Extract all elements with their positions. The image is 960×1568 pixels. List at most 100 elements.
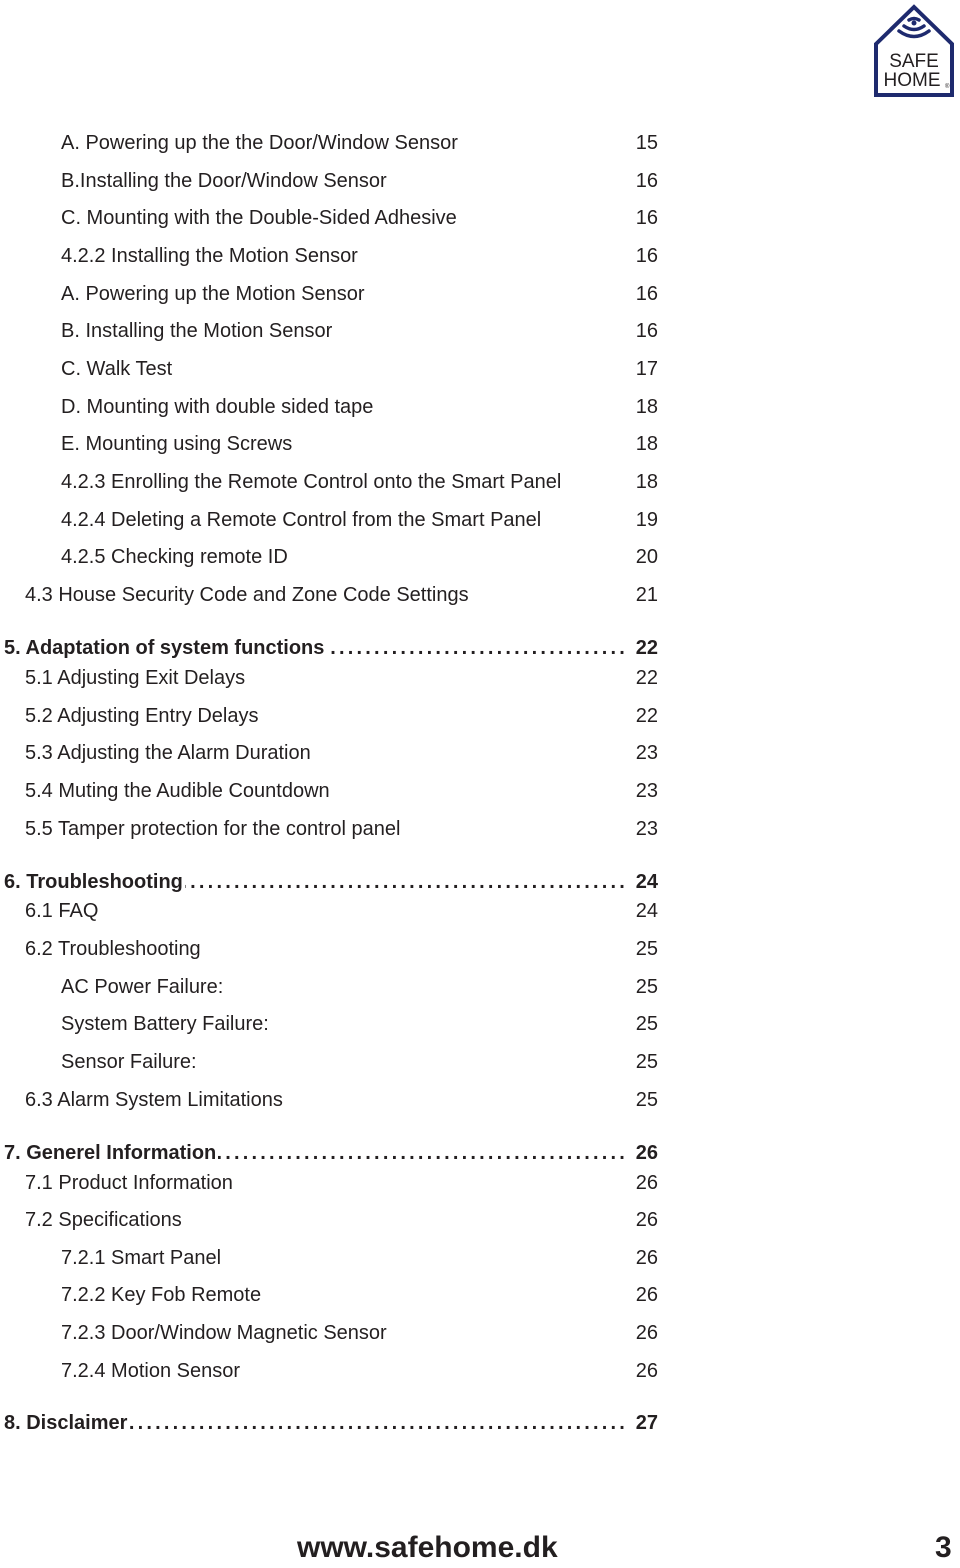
toc-page-number: 18: [635, 396, 658, 418]
toc-entry[interactable]: A. Powering up the Motion Sensor 16: [0, 281, 658, 307]
toc-page-number: 21: [635, 584, 658, 606]
toc-entry[interactable]: C. Mounting with the Double-Sided Adhesi…: [0, 205, 658, 231]
toc-entry[interactable]: B.Installing the Door/Window Sensor 16: [0, 168, 658, 194]
toc-page-number: 18: [635, 433, 658, 455]
toc-entry[interactable]: 4.2.2 Installing the Motion Sensor 16: [0, 243, 658, 269]
toc-entry-label: 6.1 FAQ: [25, 900, 99, 922]
toc-entry[interactable]: Sensor Failure: 25: [0, 1049, 658, 1075]
toc-entry[interactable]: 5.3 Adjusting the Alarm Duration 23: [0, 740, 658, 766]
toc-entry-label: 5.1 Adjusting Exit Delays: [25, 667, 246, 689]
toc-page-number: 26: [635, 1322, 658, 1344]
toc-page-number: 25: [635, 938, 658, 960]
toc-page-number: 16: [635, 207, 658, 229]
toc-entry[interactable]: 7.2 Specifications 26: [0, 1207, 658, 1233]
toc-page-number: 24: [635, 900, 658, 922]
toc-entry-label: A. Powering up the the Door/Window Senso…: [61, 132, 458, 154]
toc-page-number: 15: [635, 132, 658, 154]
toc-entry-label: 8. Disclaimer: [4, 1412, 128, 1434]
toc-page-number: 25: [635, 1089, 658, 1111]
toc-page-number: 23: [635, 780, 658, 802]
toc-page-number: 26: [635, 1247, 658, 1269]
toc-page-number: 25: [635, 1013, 658, 1035]
toc-page-number: 24: [635, 871, 658, 893]
toc-page-number: 26: [635, 1360, 658, 1382]
toc-entry[interactable]: 4.2.3 Enrolling the Remote Control onto …: [0, 469, 658, 495]
logo-text-safe: SAFE: [889, 51, 939, 72]
toc-entry-label: 6. Troubleshooting: [4, 871, 183, 893]
toc-entry-label: 5. Adaptation of system functions: [4, 637, 325, 659]
toc-page-number: 22: [635, 637, 658, 659]
toc-entry[interactable]: 5.4 Muting the Audible Countdown 23: [0, 778, 658, 804]
toc-entry-label: System Battery Failure:: [61, 1013, 269, 1035]
safe-home-logo: SAFE HOME ®: [874, 4, 954, 97]
toc-page-number: 23: [635, 818, 658, 840]
toc-entry[interactable]: 5.5 Tamper protection for the control pa…: [0, 816, 658, 842]
toc-entry-label: C. Mounting with the Double-Sided Adhesi…: [61, 207, 457, 229]
toc-chapter[interactable]: 6. Troubleshooting......................…: [0, 869, 658, 895]
registered-mark: ®: [945, 83, 950, 90]
toc-entry-label: 5.3 Adjusting the Alarm Duration: [25, 742, 311, 764]
toc-entry-label: Sensor Failure:: [61, 1051, 197, 1073]
toc-entry-label: 4.2.2 Installing the Motion Sensor: [61, 245, 358, 267]
toc-entry-label: 4.2.5 Checking remote ID: [61, 546, 288, 568]
toc-entry[interactable]: 7.2.3 Door/Window Magnetic Sensor 26: [0, 1320, 658, 1346]
toc-entry[interactable]: System Battery Failure: 25: [0, 1011, 658, 1037]
toc-entry-label: A. Powering up the Motion Sensor: [61, 283, 365, 305]
toc-entry-label: 5.2 Adjusting Entry Delays: [25, 705, 259, 727]
toc-page-number: 23: [635, 742, 658, 764]
toc-page-number: 19: [635, 509, 658, 531]
toc-entry[interactable]: B. Installing the Motion Sensor 16: [0, 318, 658, 344]
toc-chapter[interactable]: 8. Disclaimer...........................…: [0, 1410, 658, 1436]
footer-website-url[interactable]: www.safehome.dk: [297, 1528, 558, 1568]
toc-entry-label: 4.2.4 Deleting a Remote Control from the…: [61, 509, 542, 531]
toc-entry-label: 4.2.3 Enrolling the Remote Control onto …: [61, 471, 562, 493]
toc-entry[interactable]: 5.2 Adjusting Entry Delays 22: [0, 703, 658, 729]
toc-entry-label: 6.3 Alarm System Limitations: [25, 1089, 283, 1111]
toc-entry[interactable]: 7.2.2 Key Fob Remote 26: [0, 1282, 658, 1308]
toc-entry[interactable]: 4.2.4 Deleting a Remote Control from the…: [0, 507, 658, 533]
toc-entry[interactable]: 7.2.1 Smart Panel 26: [0, 1245, 658, 1271]
toc-entry-label: 7.2.3 Door/Window Magnetic Sensor: [61, 1322, 387, 1344]
toc-entry[interactable]: 7.2.4 Motion Sensor 26: [0, 1358, 658, 1384]
toc-entry-label: 7.1 Product Information: [25, 1172, 233, 1194]
toc-page-number: 25: [635, 976, 658, 998]
toc-page-number: 26: [635, 1142, 658, 1164]
toc-chapter[interactable]: 7. Generel Information..................…: [0, 1140, 658, 1166]
toc-entry[interactable]: C. Walk Test 17: [0, 356, 658, 382]
toc-entry-label: 5.5 Tamper protection for the control pa…: [25, 818, 401, 840]
toc-entry-label: E. Mounting using Screws: [61, 433, 293, 455]
toc-entry-label: 7. Generel Information: [4, 1142, 217, 1164]
toc-entry-label: D. Mounting with double sided tape: [61, 396, 374, 418]
toc-page-number: 26: [635, 1284, 658, 1306]
dot-leader: ........................................…: [326, 637, 628, 659]
toc-entry[interactable]: D. Mounting with double sided tape 18: [0, 394, 658, 420]
toc-entry[interactable]: AC Power Failure: 25: [0, 974, 658, 1000]
toc-entry[interactable]: 6.1 FAQ 24: [0, 898, 658, 924]
toc-entry[interactable]: A. Powering up the the Door/Window Senso…: [0, 130, 658, 156]
toc-entry[interactable]: E. Mounting using Screws 18: [0, 431, 658, 457]
toc-page-number: 16: [635, 320, 658, 342]
toc-page-number: 27: [635, 1412, 658, 1434]
toc-page-number: 22: [635, 705, 658, 727]
toc-entry[interactable]: 6.3 Alarm System Limitations 25: [0, 1087, 658, 1113]
toc-page-number: 16: [635, 283, 658, 305]
toc-page-number: 16: [635, 170, 658, 192]
logo-text-home: HOME: [884, 70, 941, 91]
toc-entry-label: 7.2.4 Motion Sensor: [61, 1360, 240, 1382]
toc-page-number: 26: [635, 1172, 658, 1194]
toc-entry[interactable]: 4.2.5 Checking remote ID 20: [0, 544, 658, 570]
toc-entry[interactable]: 7.1 Product Information 26: [0, 1170, 658, 1196]
toc-entry-label: 7.2.2 Key Fob Remote: [61, 1284, 262, 1306]
toc-entry-label: 6.2 Troubleshooting: [25, 938, 201, 960]
toc-entry-label: 4.3 House Security Code and Zone Code Se…: [25, 584, 469, 606]
toc-entry[interactable]: 5.1 Adjusting Exit Delays 22: [0, 665, 658, 691]
toc-entry[interactable]: 4.3 House Security Code and Zone Code Se…: [0, 582, 658, 608]
toc-page-number: 18: [635, 471, 658, 493]
toc-page-number: 26: [635, 1209, 658, 1231]
toc-entry-label: 7.2 Specifications: [25, 1209, 182, 1231]
dot-leader: ........................................…: [218, 1142, 628, 1164]
toc-entry-label: 5.4 Muting the Audible Countdown: [25, 780, 330, 802]
toc-chapter[interactable]: 5. Adaptation of system functions.......…: [0, 635, 658, 661]
toc-entry-label: B.Installing the Door/Window Sensor: [61, 170, 387, 192]
toc-entry[interactable]: 6.2 Troubleshooting 25: [0, 936, 658, 962]
